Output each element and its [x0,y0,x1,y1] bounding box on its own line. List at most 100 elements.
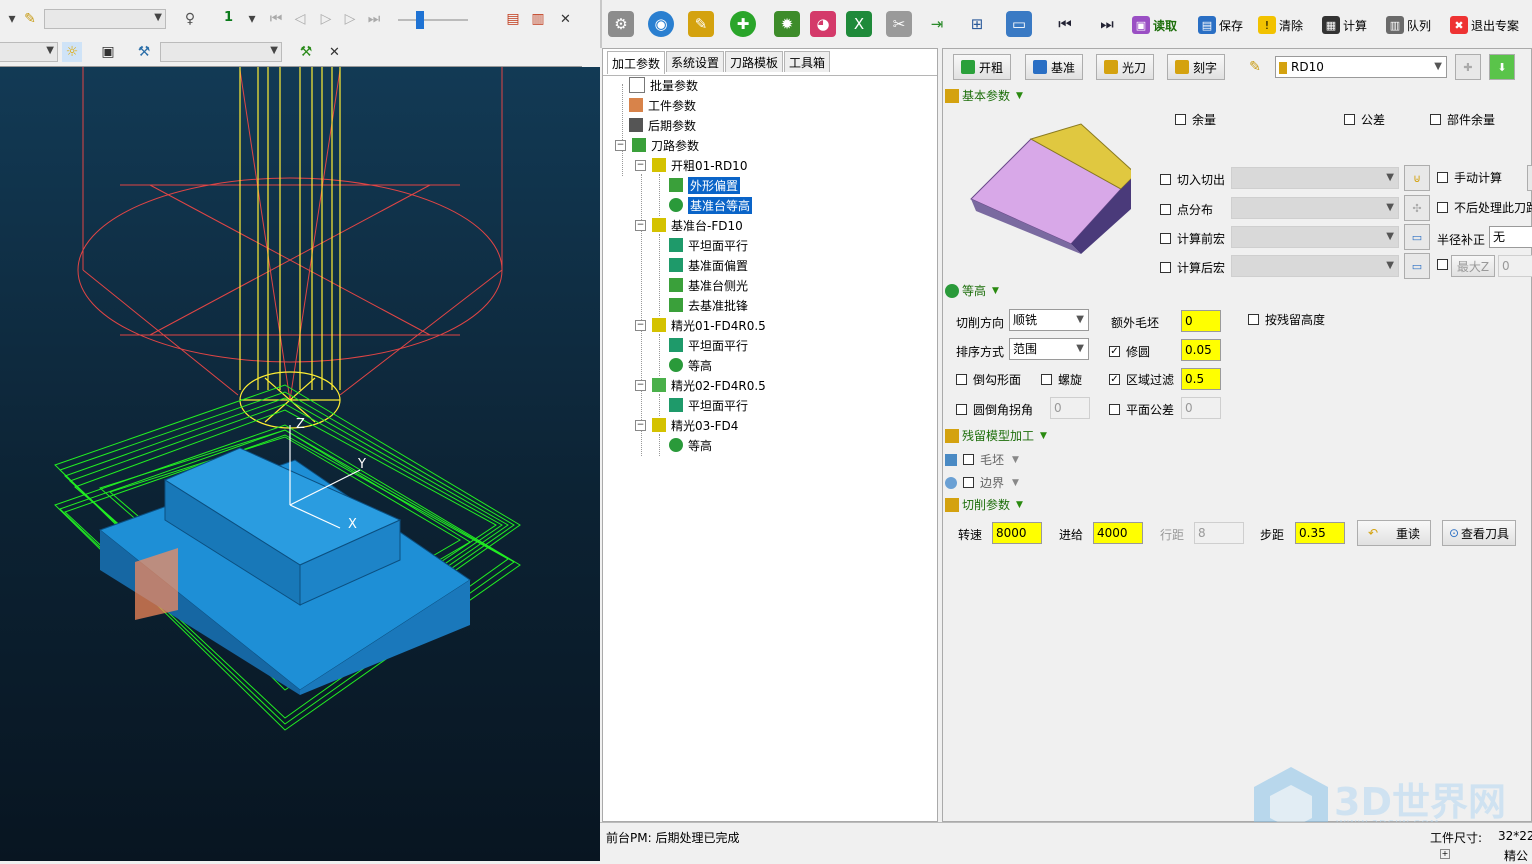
part-allowance-checkbox[interactable]: 部件余量 [1430,111,1495,128]
checkbox[interactable] [956,374,967,385]
save-button[interactable]: ▤ 保存 [1198,14,1243,36]
wrench-icon[interactable]: ✂ [886,11,912,37]
tree-item[interactable]: − 精光03-FD4 [635,416,738,434]
tree-item[interactable]: 批量参数 [629,76,698,94]
checkbox[interactable] [1437,202,1448,213]
max-z-button[interactable]: 最大Z [1451,255,1495,277]
cad-combo-2[interactable]: ▼ [0,42,58,62]
flat-tolerance-field[interactable]: 0 [1181,397,1221,419]
read-button[interactable]: ▣ 读取 [1132,14,1177,36]
tab-toolbox[interactable]: 工具箱 [784,51,831,72]
residual-height-checkbox[interactable]: 按残留高度 [1248,311,1325,328]
machine-icon[interactable]: ▣ [98,42,118,62]
pre-macro-checkbox[interactable]: 计算前宏 [1160,230,1225,247]
tree-item[interactable]: 基准面偏置 [669,256,748,274]
checkbox[interactable] [1160,233,1171,244]
tool-icon[interactable]: ⚒ [134,42,154,62]
chevron-down-icon[interactable]: ▾ [2,9,22,29]
point-edit-button[interactable]: ✣ [1404,195,1430,221]
post-macro-button[interactable]: ▭ [1404,253,1430,279]
checkbox[interactable] [1041,374,1052,385]
allowance-checkbox[interactable]: 余量 [1175,111,1216,128]
checkbox[interactable]: ✓ [1109,374,1120,385]
tree-item[interactable]: 等高 [669,436,712,454]
manual-calc-button[interactable] [1527,165,1532,191]
exit-project-button[interactable]: ✖ 退出专案 [1450,14,1519,36]
tree-item[interactable]: 基准台等高 [669,196,753,214]
rest-machining-section[interactable]: 残留模型加工 ▼ [945,427,1047,444]
manual-calc-checkbox[interactable]: 手动计算 [1437,169,1502,186]
add-icon[interactable]: ✚ [730,11,756,37]
collapse-icon[interactable]: − [635,379,646,391]
brush-icon[interactable]: ✎ [20,9,40,29]
tree-item[interactable]: 后期参数 [629,116,696,134]
tab-toolpath-templates[interactable]: 刀路模板 [725,51,784,72]
stock-checkbox[interactable]: 毛坯 ▼ [945,451,1019,468]
light-icon[interactable]: ☼ [62,42,82,62]
last-frame-icon[interactable]: ⏭ [364,9,384,29]
tab-machining-params[interactable]: 加工参数 [607,51,666,74]
download-button[interactable]: ⬇ [1489,54,1515,80]
region-filter-field[interactable]: 0.5 [1181,368,1221,390]
cad-combo-3[interactable]: ▼ [160,42,282,62]
collapse-icon[interactable]: − [635,419,646,431]
layout-icon[interactable]: ▤ [503,9,523,29]
cut-direction-select[interactable]: 顺铣 ▼ [1009,309,1089,331]
trim-field[interactable]: 0.05 [1181,339,1221,361]
tree-item[interactable]: 去基准批锋 [669,296,748,314]
pre-macro-select[interactable]: ▼ [1231,226,1399,248]
radius-comp-select[interactable]: 无 [1489,226,1532,248]
slider-thumb[interactable] [416,11,424,29]
checkbox[interactable] [963,477,974,488]
stepover-field[interactable]: 8 [1194,522,1244,544]
tool-select[interactable]: RD10 ▼ [1275,56,1447,78]
point-distribution-select[interactable]: ▼ [1231,197,1399,219]
frame-number[interactable]: 1 [224,10,233,25]
close-icon[interactable]: ✕ [560,12,571,27]
region-filter-checkbox[interactable]: ✓ 区域过滤 [1109,371,1174,388]
tree-item[interactable]: 平坦面平行 [669,396,748,414]
calculate-button[interactable]: ▦ 计算 [1322,14,1367,36]
view-tool-button[interactable]: ⊙ 查看刀具 [1442,520,1516,546]
finish-button[interactable]: 光刀 [1096,54,1154,80]
tree-item[interactable]: − 精光02-FD4R0.5 [635,376,766,394]
bulb-icon[interactable]: ♀ [180,9,200,29]
expand-icon[interactable]: + [1440,849,1450,859]
checkbox[interactable] [963,454,974,465]
checkbox[interactable] [1160,174,1171,185]
no-post-process-checkbox[interactable]: 不后处理此刀路 [1437,199,1532,216]
clear-button[interactable]: ! 清除 [1258,14,1303,36]
flat-tolerance-checkbox[interactable]: 平面公差 [1109,401,1174,418]
trim-checkbox[interactable]: ✓ 修圆 [1109,343,1150,360]
lead-edit-button[interactable]: ⊍ [1404,165,1430,191]
checkbox[interactable] [1160,262,1171,273]
next-icon[interactable]: ⏭ [1094,11,1120,37]
excel-icon[interactable]: X [846,11,872,37]
next-frame-icon[interactable]: ▷ [340,9,360,29]
brush-icon[interactable]: ✎ [688,11,714,37]
engrave-button[interactable]: 刻字 [1167,54,1225,80]
tree-item[interactable]: − 基准台-FD10 [635,216,743,234]
prev-frame-icon[interactable]: ◁ [290,9,310,29]
collapse-icon[interactable]: − [635,219,646,231]
max-z-field[interactable]: 0 [1498,255,1532,277]
chart-icon[interactable]: ◕ [810,11,836,37]
collapse-icon[interactable]: − [615,139,626,151]
tree-item[interactable]: − 开粗01-RD10 [635,156,747,174]
tab-system-settings[interactable]: 系统设置 [666,51,725,72]
import-icon[interactable]: ⇥ [924,11,950,37]
split-icon[interactable]: ▥ [528,9,548,29]
reset-button[interactable]: ↶ 重读 [1357,520,1431,546]
close-icon[interactable]: ✕ [329,45,340,60]
fillet-corner-checkbox[interactable]: 圆倒角拐角 [956,401,1033,418]
checkbox[interactable] [1437,259,1448,270]
extra-stock-field[interactable]: 0 [1181,310,1221,332]
stepdown-field[interactable]: 0.35 [1295,522,1345,544]
checkbox[interactable] [1160,204,1171,215]
checkbox[interactable]: ✓ [1109,346,1120,357]
checkbox[interactable] [1437,172,1448,183]
pre-macro-button[interactable]: ▭ [1404,224,1430,250]
tree-item[interactable]: 外形偏置 [669,176,741,194]
undercut-checkbox[interactable]: 倒勾形面 [956,371,1021,388]
checkbox[interactable] [1344,114,1355,125]
